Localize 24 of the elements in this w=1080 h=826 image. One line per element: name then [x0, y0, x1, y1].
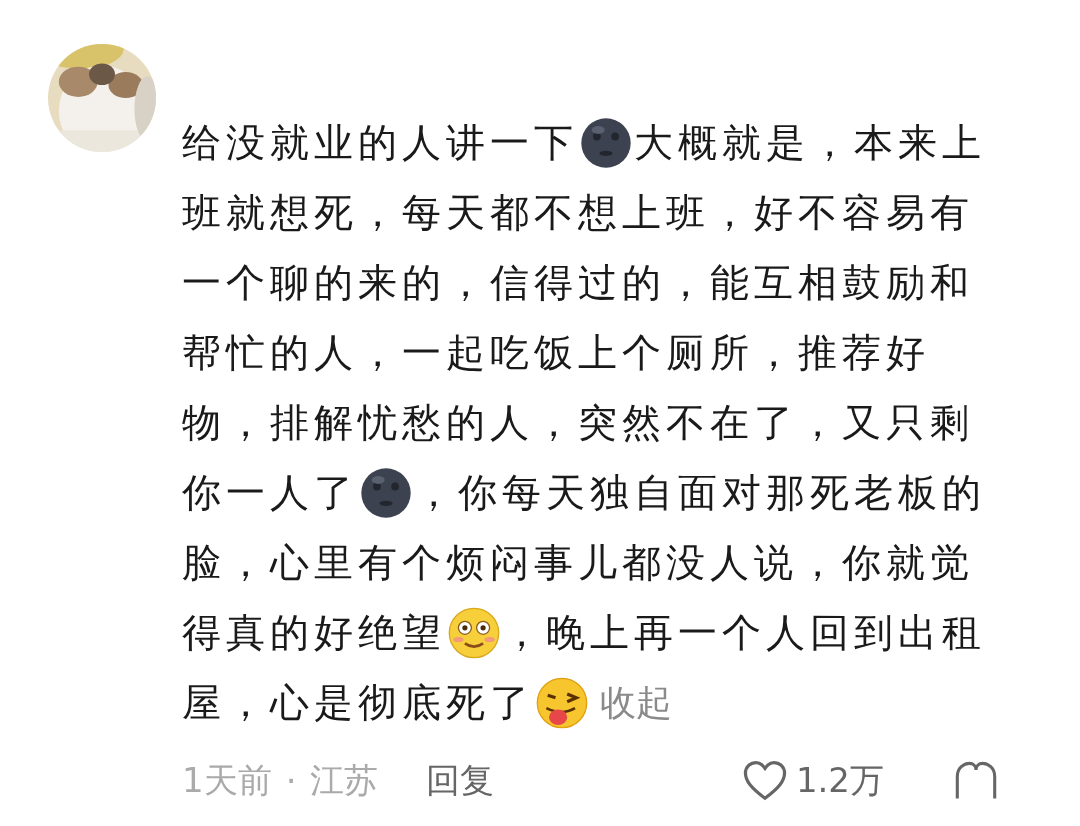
winking-tongue-face-icon	[536, 677, 588, 729]
like-count: 1.2万	[795, 759, 884, 802]
comment-text: 你一人了	[182, 469, 358, 517]
comment-text: ，你每天独自面对那死老板的	[414, 469, 986, 517]
comment-text: 大概就是，本来上	[634, 119, 986, 167]
comment-text: ，晚上再一个人回到出租	[502, 609, 986, 657]
comment-text: 班就想死，每天都不想上班，好不容易有	[182, 189, 974, 237]
collapse-link[interactable]: 收起	[600, 668, 672, 738]
blushing-face-icon	[448, 607, 500, 659]
dot-separator: ·	[285, 761, 297, 801]
comment-text: 脸，心里有个烦闷事儿都没人说，你就觉	[182, 539, 974, 587]
heart-icon[interactable]	[741, 760, 788, 802]
moon-face-icon	[580, 117, 632, 169]
comment-text: 得真的好绝望	[182, 609, 446, 657]
comment-text: 一个聊的来的，信得过的，能互相鼓励和	[182, 259, 974, 307]
moon-face-icon	[360, 467, 412, 519]
double-arch-icon[interactable]	[954, 761, 998, 801]
comment-text: 给没就业的人讲一下	[182, 119, 578, 167]
comment-text: 屋，心是彻底死了	[182, 679, 534, 727]
comment-text: 物，排解忧愁的人，突然不在了，又只剩	[182, 399, 974, 447]
comment-text: 帮忙的人，一起吃饭上个厕所，推荐好	[182, 329, 930, 377]
timestamp: 1天前	[182, 759, 272, 802]
reply-button[interactable]: 回复	[426, 758, 495, 804]
location: 江苏	[310, 759, 379, 802]
